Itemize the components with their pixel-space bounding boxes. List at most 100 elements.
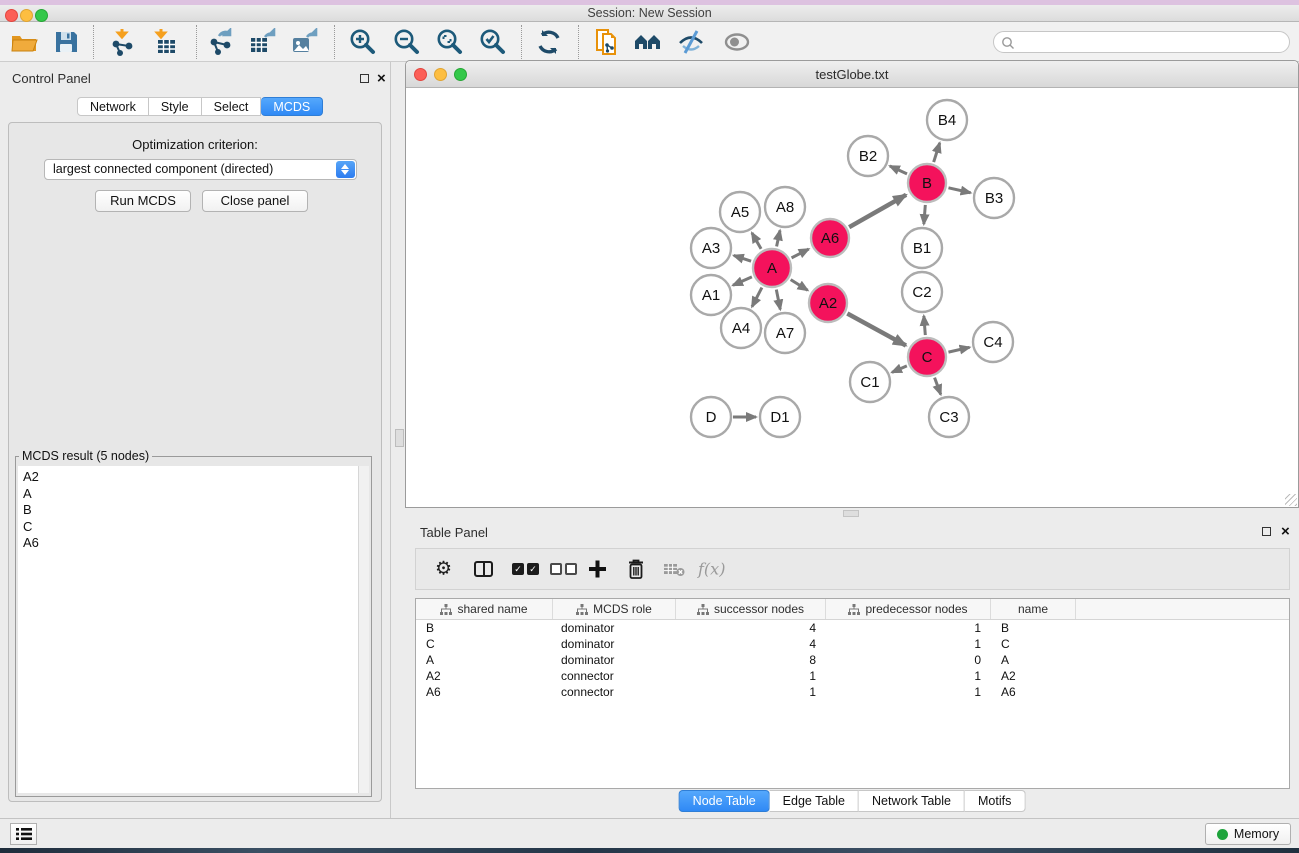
node-A5[interactable]: A5 — [720, 192, 760, 232]
mcds-result-item[interactable]: B — [18, 502, 369, 519]
panel-divider-handle[interactable] — [843, 510, 859, 517]
float-panel-icon[interactable] — [360, 74, 369, 83]
delete-column-icon[interactable] — [627, 559, 645, 580]
network-window-titlebar[interactable]: testGlobe.txt — [406, 61, 1298, 88]
edge-A-A1[interactable] — [733, 277, 752, 285]
tab-network-table[interactable]: Network Table — [859, 790, 965, 812]
function-builder-icon[interactable]: f(x) — [698, 560, 725, 579]
run-mcds-button[interactable]: Run MCDS — [95, 190, 191, 212]
export-image-icon[interactable] — [289, 27, 319, 57]
refresh-layout-icon[interactable] — [534, 27, 564, 57]
mcds-result-item[interactable]: A — [18, 486, 369, 503]
import-network-icon[interactable] — [107, 27, 137, 57]
mcds-result-list[interactable]: A2ABCA6 — [18, 466, 369, 793]
zoom-in-icon[interactable] — [347, 27, 377, 57]
edge-C-C4[interactable] — [948, 347, 969, 352]
node-A[interactable]: A — [753, 249, 791, 287]
deselect-all-icon[interactable] — [550, 563, 580, 575]
edge-A-A2[interactable] — [791, 280, 808, 291]
edge-A-A3[interactable] — [734, 255, 751, 261]
node-D1[interactable]: D1 — [760, 397, 800, 437]
node-A6[interactable]: A6 — [811, 219, 849, 257]
close-panel-button[interactable]: Close panel — [202, 190, 308, 212]
mcds-result-item[interactable]: A6 — [18, 535, 369, 552]
first-neighbors-icon[interactable] — [633, 27, 663, 57]
edge-A6-B[interactable] — [849, 195, 906, 227]
node-C4[interactable]: C4 — [973, 322, 1013, 362]
node-C1[interactable]: C1 — [850, 362, 890, 402]
select-all-icon[interactable]: ✓✓ — [512, 563, 542, 575]
tab-mcds[interactable]: MCDS — [261, 97, 323, 116]
tab-motifs[interactable]: Motifs — [965, 790, 1025, 812]
new-network-from-selection-icon[interactable] — [591, 27, 621, 57]
edge-B-B1[interactable] — [924, 205, 925, 224]
tab-edge-table[interactable]: Edge Table — [770, 790, 859, 812]
edge-C-C3[interactable] — [935, 378, 941, 395]
edge-A-A7[interactable] — [776, 290, 780, 310]
resize-grip[interactable] — [1285, 494, 1297, 506]
node-B4[interactable]: B4 — [927, 100, 967, 140]
export-network-icon[interactable] — [205, 27, 235, 57]
close-panel-icon[interactable]: × — [1281, 527, 1290, 537]
node-A1[interactable]: A1 — [691, 275, 731, 315]
edge-A-A6[interactable] — [792, 249, 809, 258]
mcds-result-item[interactable]: A2 — [18, 469, 369, 486]
tab-network[interactable]: Network — [77, 97, 149, 116]
node-B[interactable]: B — [908, 164, 946, 202]
node-C[interactable]: C — [908, 338, 946, 376]
edge-A-A5[interactable] — [752, 233, 761, 249]
open-session-icon[interactable] — [9, 27, 39, 57]
show-panels-button[interactable] — [10, 823, 37, 845]
mcds-result-item[interactable]: C — [18, 519, 369, 536]
node-A7[interactable]: A7 — [765, 313, 805, 353]
hide-selected-icon[interactable] — [676, 27, 706, 57]
tab-style[interactable]: Style — [149, 97, 202, 116]
tab-node-table[interactable]: Node Table — [679, 790, 770, 812]
column-header-name[interactable]: name — [991, 599, 1076, 619]
edge-B-B3[interactable] — [948, 188, 970, 193]
node-A3[interactable]: A3 — [691, 228, 731, 268]
edge-B-B2[interactable] — [890, 166, 907, 174]
import-table-icon[interactable] — [151, 27, 181, 57]
add-column-icon[interactable] — [588, 560, 607, 579]
column-header-MCDS-role[interactable]: MCDS role — [553, 599, 676, 619]
edge-A-A4[interactable] — [752, 288, 762, 307]
edge-A2-C[interactable] — [847, 314, 906, 346]
float-panel-icon[interactable] — [1262, 527, 1271, 536]
memory-button[interactable]: Memory — [1205, 823, 1291, 845]
zoom-fit-icon[interactable] — [434, 27, 464, 57]
node-table[interactable]: shared nameMCDS rolesuccessor nodesprede… — [415, 598, 1290, 789]
node-A8[interactable]: A8 — [765, 187, 805, 227]
table-row[interactable]: A6connector11A6 — [416, 684, 1289, 700]
table-row[interactable]: A2connector11A2 — [416, 668, 1289, 684]
export-table-icon[interactable] — [247, 27, 277, 57]
column-header-predecessor-nodes[interactable]: predecessor nodes — [826, 599, 991, 619]
search-input[interactable] — [993, 31, 1290, 53]
table-row[interactable]: Adominator80A — [416, 652, 1289, 668]
edge-C-C2[interactable] — [924, 316, 925, 335]
network-canvas[interactable]: B4 B2 B B3 B1 A5A8A6 A3 A A1 C2 A2 A4A7 C4 C C1 C3 D D1 — [406, 88, 1298, 507]
gear-icon[interactable]: ⚙ — [435, 560, 452, 579]
table-row[interactable]: Cdominator41C — [416, 636, 1289, 652]
column-header-shared-name[interactable]: shared name — [416, 599, 553, 619]
close-panel-icon[interactable]: × — [377, 74, 386, 84]
column-header-successor-nodes[interactable]: successor nodes — [676, 599, 826, 619]
panel-divider-handle[interactable] — [395, 429, 404, 447]
show-all-icon[interactable] — [722, 27, 752, 57]
node-B1[interactable]: B1 — [902, 228, 942, 268]
scrollbar[interactable] — [358, 466, 369, 793]
zoom-out-icon[interactable] — [391, 27, 421, 57]
node-B3[interactable]: B3 — [974, 178, 1014, 218]
edge-B-B4[interactable] — [934, 143, 940, 162]
node-C3[interactable]: C3 — [929, 397, 969, 437]
save-session-icon[interactable] — [51, 27, 81, 57]
zoom-selected-icon[interactable] — [477, 27, 507, 57]
node-C2[interactable]: C2 — [902, 272, 942, 312]
edge-A-A8[interactable] — [777, 230, 780, 246]
node-A4[interactable]: A4 — [721, 308, 761, 348]
node-A2[interactable]: A2 — [809, 284, 847, 322]
criterion-select[interactable]: largest connected component (directed) — [44, 159, 357, 180]
node-D[interactable]: D — [691, 397, 731, 437]
table-row[interactable]: Bdominator41B — [416, 620, 1289, 636]
node-B2[interactable]: B2 — [848, 136, 888, 176]
